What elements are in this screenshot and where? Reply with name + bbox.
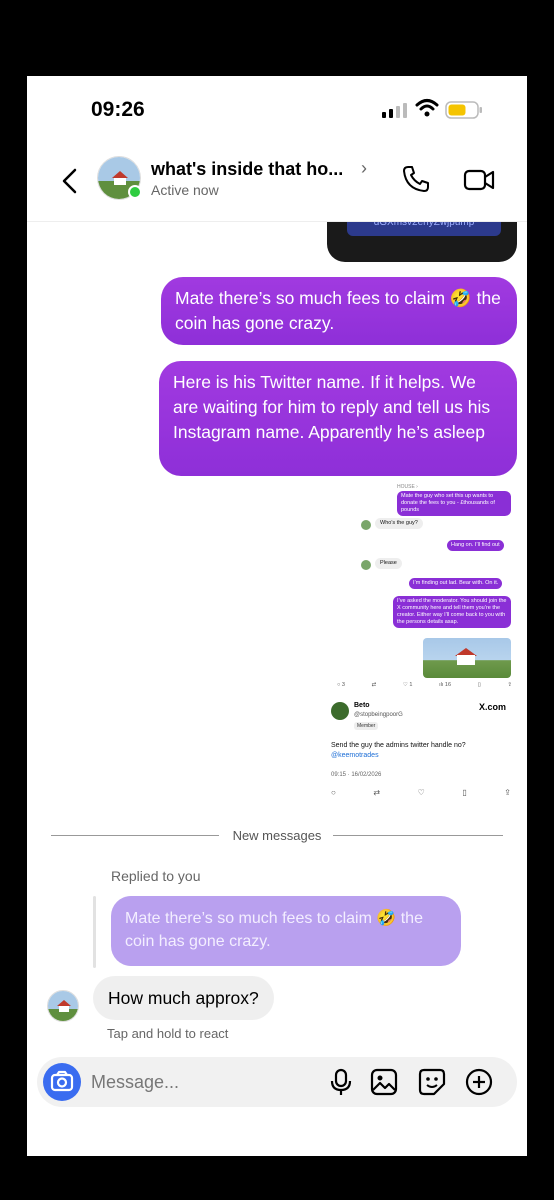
screenshot-image [423,638,511,678]
comment-count: 3 [341,682,345,688]
contract-address: dGXmsv2enyZwjpump [347,222,501,236]
screenshot-avatar [361,560,371,570]
chevron-right-icon[interactable]: › [361,158,367,179]
divider-line [51,835,219,836]
active-status: Active now [151,182,219,198]
sent-message[interactable]: Here is his Twitter name. If it helps. W… [159,361,517,476]
sent-message[interactable]: Mate there’s so much fees to claim 🤣 the… [161,277,517,345]
sticker-icon[interactable] [418,1068,446,1096]
camera-icon [50,1070,74,1092]
gallery-icon[interactable] [370,1068,398,1096]
replied-label: Replied to you [111,868,201,884]
message-composer [37,1057,517,1107]
plus-icon[interactable] [465,1068,493,1096]
screenshot-message: I’ve asked the moderator. You should joi… [393,596,511,628]
tweet-avatar [331,702,349,720]
sender-avatar[interactable] [47,990,79,1022]
phone-screen: 09:26 what's inside that ho... › Active … [27,76,527,1156]
screenshot-message: Mate the guy who set this up wants to do… [397,491,511,516]
new-messages-label: New messages [232,828,322,843]
screenshot-message: Please [375,558,402,569]
shared-screenshot[interactable]: HOUSE › Mate the guy who set this up wan… [327,482,517,804]
mic-icon[interactable] [327,1068,355,1096]
quoted-message[interactable]: Mate there’s so much fees to claim 🤣 the… [111,896,461,966]
chat-title[interactable]: what's inside that ho... [151,159,343,180]
tweet-text: Send the guy the admins twitter handle n… [331,742,466,749]
tweet-actions: ○ ⇄ ♡ ▯ ⇪ [331,788,511,797]
camera-button[interactable] [43,1063,81,1101]
tweet-mention: @keemotrades [331,752,379,759]
screenshot-message: I’m finding out lad. Bear with. On it. [409,578,503,589]
online-indicator [128,185,142,199]
member-badge: Member [354,722,379,730]
like-count: 1 [409,682,413,688]
received-message[interactable]: How much approx? [93,976,274,1020]
tweet-timestamp: 09:15 · 16/02/2026 [331,772,382,778]
screenshot-house-label: HOUSE › [397,484,418,490]
message-input[interactable] [91,1069,311,1095]
video-icon[interactable] [463,166,495,194]
react-hint: Tap and hold to react [107,1026,229,1041]
back-icon[interactable] [57,164,83,198]
x-logo: X.com [479,702,507,712]
status-bar: 09:26 [27,76,527,144]
view-count: 16 [444,682,452,688]
status-time: 09:26 [91,98,145,121]
tweet-author: Beto [354,702,370,709]
screenshot-message: Who’s the guy? [375,518,423,529]
screenshot-message: Hang on. I’ll find out [447,540,504,551]
divider-line [333,835,503,836]
screenshot-stats: ○ 3 ⇄ ♡ 1 ılı 16 ▯ ⇪ [337,682,512,688]
screenshot-avatar [361,520,371,530]
wifi-icon [415,99,439,117]
phone-icon[interactable] [401,164,431,194]
tweet-handle: @stopbeingpoorG [354,712,403,718]
reply-quote-bar [93,896,96,968]
battery-icon [445,101,482,119]
shared-image-preview[interactable]: dGXmsv2enyZwjpump [327,222,517,262]
chat-header: what's inside that ho... › Active now [27,144,527,222]
signal-icon [382,103,407,118]
